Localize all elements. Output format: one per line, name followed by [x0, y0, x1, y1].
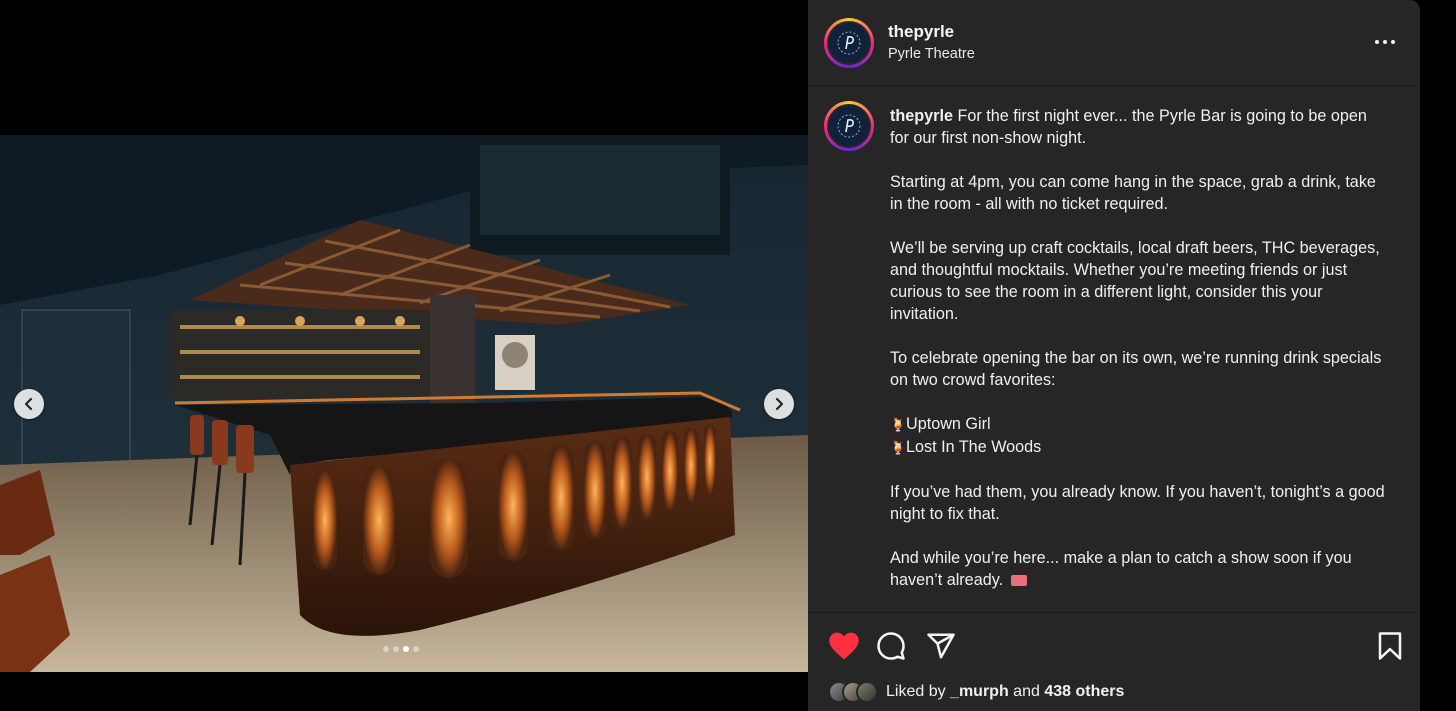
comment-button[interactable]	[876, 631, 906, 666]
liked-by-user[interactable]: _murph	[950, 683, 1009, 700]
caption-paragraph: Starting at 4pm, you can come hang in th…	[890, 173, 1376, 213]
likes-joiner: and	[1013, 683, 1040, 700]
caption-avatar[interactable]	[824, 101, 874, 151]
caption-paragraph: And while you’re here... make a plan to …	[890, 549, 1352, 589]
likes-text: Liked by _murph and 438 others	[886, 683, 1124, 701]
share-button[interactable]	[926, 631, 956, 666]
next-slide-button[interactable]	[764, 389, 794, 419]
likes-summary: Liked by _murph and 438 others	[828, 678, 1124, 706]
comment-icon	[877, 632, 905, 660]
more-options-button[interactable]	[1374, 34, 1396, 55]
caption-paragraph: If you’ve had them, you already know. If…	[890, 483, 1385, 523]
tropical-drink-emoji: 🍹	[890, 417, 907, 432]
special-item: Uptown Girl	[906, 415, 991, 433]
previous-slide-button[interactable]	[14, 389, 44, 419]
bookmark-icon	[1378, 632, 1402, 660]
caption-intro: For the first night ever... the Pyrle Ba…	[890, 107, 1367, 147]
caption-username[interactable]: thepyrle	[890, 107, 953, 125]
paper-plane-icon	[927, 633, 955, 659]
likes-count[interactable]: 438 others	[1044, 683, 1124, 700]
carousel-dot	[403, 646, 409, 652]
account-username[interactable]: thepyrle	[888, 22, 954, 42]
avatar	[856, 681, 878, 703]
avatar[interactable]	[824, 18, 874, 68]
carousel-dot	[383, 646, 389, 652]
post-caption: thepyrle For the first night ever... the…	[890, 105, 1390, 613]
caption-section: thepyrle For the first night ever... the…	[808, 87, 1420, 611]
heart-filled-icon	[829, 632, 859, 660]
special-item: Lost In The Woods	[906, 438, 1042, 456]
post-location[interactable]: Pyrle Theatre	[888, 46, 975, 62]
bar-photo-illustration	[0, 135, 808, 672]
carousel-dot	[393, 646, 399, 652]
chevron-right-icon	[775, 397, 784, 411]
post-header: thepyrle Pyrle Theatre	[808, 0, 1420, 86]
more-options-icon	[1375, 40, 1395, 44]
tropical-drink-emoji: 🍹	[890, 440, 907, 455]
carousel-dot	[413, 646, 419, 652]
chevron-left-icon	[24, 397, 33, 411]
save-button[interactable]	[1376, 631, 1404, 666]
ticket-emoji	[1010, 575, 1027, 587]
instagram-post-view: thepyrle Pyrle Theatre thepyrle For the …	[0, 0, 1456, 711]
media-viewer	[0, 0, 808, 711]
post-details-panel: thepyrle Pyrle Theatre thepyrle For the …	[808, 0, 1420, 711]
pyrle-logo-icon	[837, 31, 861, 55]
action-bar	[808, 612, 1420, 676]
like-button[interactable]	[828, 631, 860, 666]
likes-prefix: Liked by	[886, 683, 946, 700]
pyrle-logo-icon	[837, 114, 861, 138]
carousel-indicator	[383, 646, 419, 652]
caption-paragraph: To celebrate opening the bar on its own,…	[890, 349, 1382, 389]
post-photo[interactable]	[0, 135, 808, 672]
caption-paragraph: We’ll be serving up craft cocktails, loc…	[890, 239, 1380, 323]
